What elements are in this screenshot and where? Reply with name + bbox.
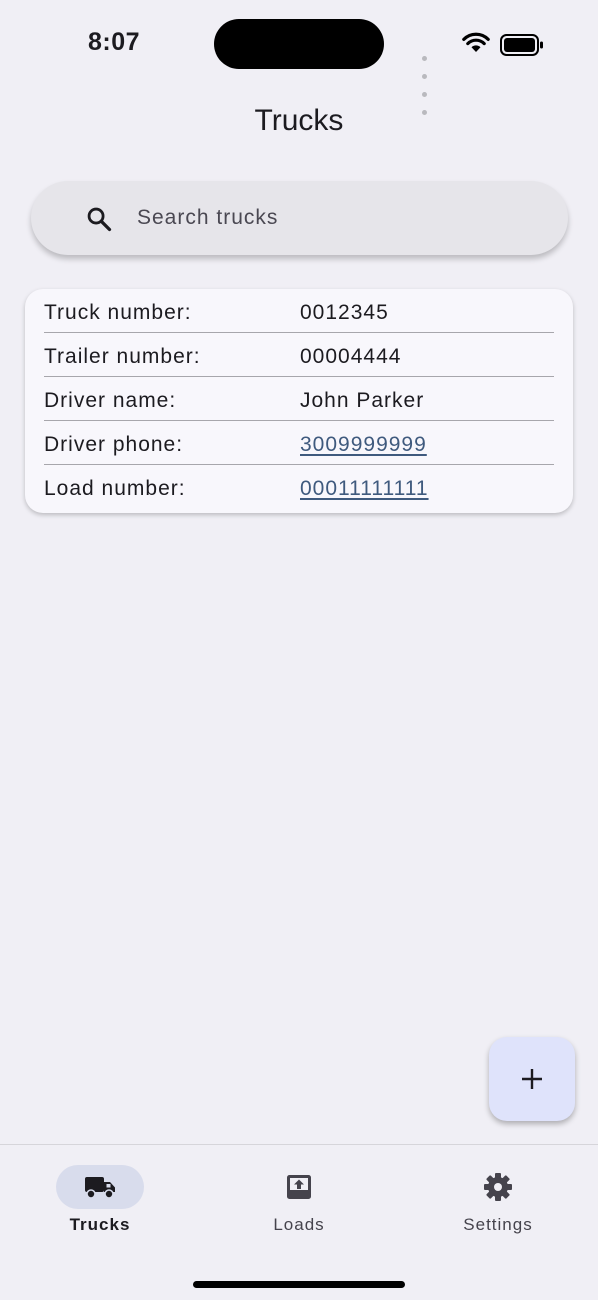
bottom-navigation: Trucks Loads Settings <box>0 1144 598 1300</box>
screen: 8:07 Trucks Truck number: 0012345 <box>0 0 598 1300</box>
load-number-link[interactable]: 00011111111 <box>300 477 429 501</box>
trailer-number-label: Trailer number: <box>44 345 201 368</box>
load-number-row: Load number: 00011111111 <box>44 465 554 509</box>
nav-icon-container <box>255 1165 343 1209</box>
upload-box-icon <box>287 1175 311 1199</box>
add-truck-button[interactable] <box>489 1037 575 1121</box>
nav-active-indicator <box>56 1165 144 1209</box>
truck-card[interactable]: Truck number: 0012345 Trailer number: 00… <box>25 289 573 513</box>
search-bar[interactable] <box>31 181 568 255</box>
dynamic-island <box>214 19 384 69</box>
load-number-label: Load number: <box>44 477 186 500</box>
page-title: Trucks <box>254 104 344 137</box>
nav-icon-container <box>454 1165 542 1209</box>
truck-number-label: Truck number: <box>44 301 192 324</box>
battery-icon <box>500 34 543 56</box>
driver-phone-link[interactable]: 3009999999 <box>300 433 427 457</box>
truck-icon <box>85 1177 115 1199</box>
gear-icon <box>484 1173 512 1201</box>
nav-item-trucks[interactable]: Trucks <box>0 1145 200 1245</box>
truck-number-value: 0012345 <box>300 301 389 324</box>
trailer-number-value: 00004444 <box>300 345 402 368</box>
plus-icon <box>522 1069 542 1089</box>
nav-item-loads[interactable]: Loads <box>199 1145 399 1245</box>
status-time: 8:07 <box>88 28 141 56</box>
wifi-icon <box>462 32 490 52</box>
nav-label-loads: Loads <box>273 1215 325 1234</box>
driver-name-row: Driver name: John Parker <box>44 377 554 421</box>
nav-label-settings: Settings <box>463 1215 533 1234</box>
nav-item-settings[interactable]: Settings <box>398 1145 598 1245</box>
driver-name-label: Driver name: <box>44 389 177 412</box>
nav-label-trucks: Trucks <box>69 1215 131 1234</box>
driver-phone-label: Driver phone: <box>44 433 184 456</box>
truck-number-row: Truck number: 0012345 <box>44 289 554 333</box>
driver-name-value: John Parker <box>300 389 425 412</box>
trailer-number-row: Trailer number: 00004444 <box>44 333 554 377</box>
driver-phone-row: Driver phone: 3009999999 <box>44 421 554 465</box>
search-input[interactable] <box>137 181 537 255</box>
search-icon <box>87 207 112 232</box>
home-indicator[interactable] <box>193 1281 405 1288</box>
